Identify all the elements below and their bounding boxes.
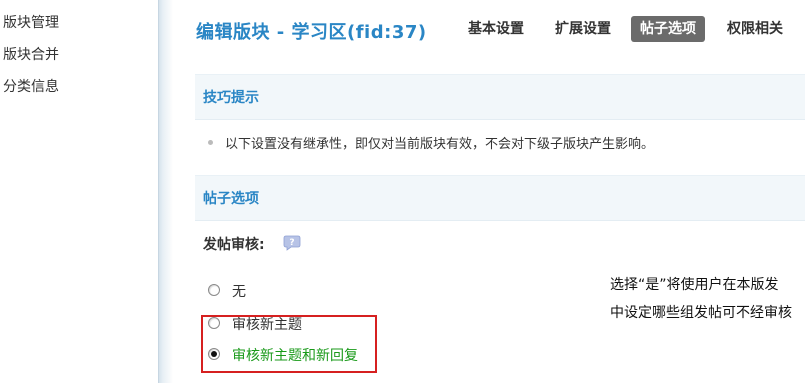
- tips-title: 技巧提示: [203, 90, 259, 106]
- moderation-option-none[interactable]: 无: [208, 282, 246, 302]
- tab-extended-settings[interactable]: 扩展设置: [546, 16, 620, 42]
- sidebar-item-forum-management[interactable]: 版块管理: [3, 12, 59, 32]
- tab-basic-settings[interactable]: 基本设置: [459, 16, 533, 42]
- main-content: 编辑版块 - 学习区(fid:37) 基本设置 扩展设置 帖子选项 权限相关 技…: [172, 0, 805, 383]
- sidebar-item-category-info[interactable]: 分类信息: [3, 76, 59, 96]
- page-root: 版块管理 版块合并 分类信息 编辑版块 - 学习区(fid:37) 基本设置 扩…: [0, 0, 805, 383]
- tab-permissions[interactable]: 权限相关: [718, 16, 792, 42]
- sidebar-divider: [158, 0, 173, 383]
- tip-text: 以下设置没有继承性，即仅对当前版块有效，不会对下级子版块产生影响。: [225, 137, 655, 152]
- radio-none[interactable]: [208, 284, 220, 296]
- page-title: 编辑版块 - 学习区(fid:37): [196, 22, 427, 43]
- sidebar-item-forum-merge[interactable]: 版块合并: [3, 44, 59, 64]
- moderation-description-line2: 中设定哪些组发帖可不经审核: [610, 305, 792, 321]
- moderation-description-line1: 选择“是”将使用户在本版发: [610, 277, 779, 293]
- option-label: 无: [232, 284, 246, 300]
- highlight-annotation: [201, 315, 377, 373]
- svg-text:?: ?: [289, 238, 294, 248]
- tab-post-options[interactable]: 帖子选项: [631, 16, 705, 42]
- post-options-header: 帖子选项: [195, 175, 805, 221]
- sidebar: 版块管理 版块合并 分类信息: [0, 0, 158, 383]
- bullet-icon: [208, 140, 213, 145]
- moderation-label: 发帖审核:: [203, 237, 265, 253]
- tips-header: 技巧提示: [195, 74, 805, 120]
- tip-item: 以下设置没有继承性，即仅对当前版块有效，不会对下级子版块产生影响。: [208, 133, 654, 152]
- post-options-title: 帖子选项: [203, 191, 259, 207]
- help-bubble-icon[interactable]: ?: [283, 235, 301, 251]
